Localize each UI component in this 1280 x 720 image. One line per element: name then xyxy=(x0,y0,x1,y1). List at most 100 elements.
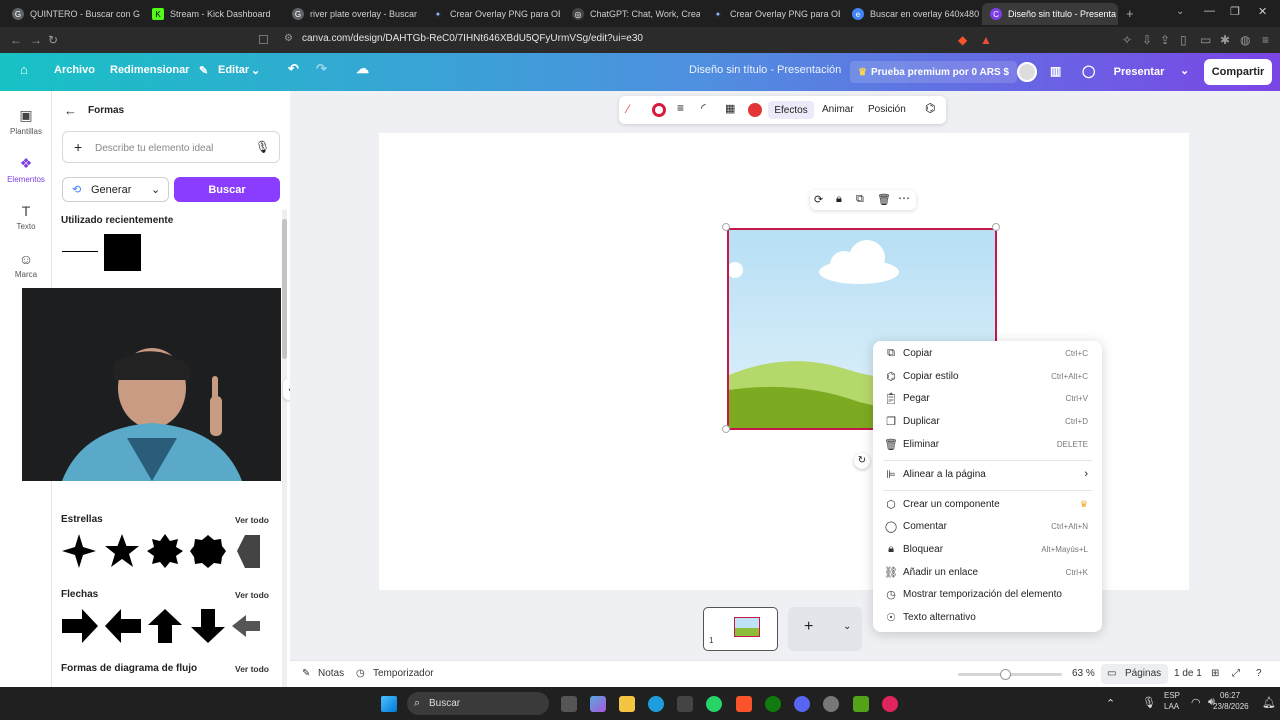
close-window-icon[interactable]: ✕ xyxy=(1258,5,1267,18)
language-indicator[interactable]: ESP xyxy=(1164,691,1180,700)
add-page-button[interactable]: + ⌄ xyxy=(788,607,862,651)
menu-item-duplicar[interactable]: ❐ Duplicar Ctrl+D xyxy=(873,412,1102,432)
menu-item-alinear[interactable]: ⊫ Alinear a la página › xyxy=(873,465,1102,485)
bookmark-icon[interactable]: ☐ xyxy=(258,33,269,47)
wallet-icon[interactable]: ▭ xyxy=(1200,33,1211,47)
copilot-icon[interactable] xyxy=(590,696,606,712)
arrow-more-shape[interactable] xyxy=(232,615,260,637)
transparency-icon[interactable]: ▦ xyxy=(725,102,735,115)
notas-button[interactable]: Notas xyxy=(318,668,344,679)
star8-shape[interactable] xyxy=(147,534,183,568)
generar-button[interactable]: ⟲ Generar ⌄ xyxy=(62,177,169,202)
notes-icon[interactable]: ✎ xyxy=(302,668,310,679)
new-tab-icon[interactable]: + xyxy=(1126,6,1134,21)
star-more-shape[interactable] xyxy=(237,535,260,568)
menu-icon[interactable]: ≡ xyxy=(1262,33,1269,47)
menu-item-bloquear[interactable]: 🔒︎ Bloquear Alt+Mayús+L xyxy=(873,540,1102,560)
redo-icon[interactable]: ↷ xyxy=(316,61,327,77)
recorder-icon[interactable] xyxy=(882,696,898,712)
brave-rewards-icon[interactable]: ▲ xyxy=(980,33,992,47)
redimensionar-button[interactable]: Redimensionar xyxy=(110,64,189,76)
url-field[interactable]: canva.com/design/DAHTGb-ReC0/7IHNt646XBd… xyxy=(302,33,643,44)
browser-tab[interactable]: ✦ Crear Overlay PNG para OBS xyxy=(704,3,840,25)
browser-tab-active[interactable]: CDiseño sin título - Presenta✕ xyxy=(982,3,1118,25)
line-shape[interactable] xyxy=(62,251,98,252)
region-indicator[interactable]: LAA xyxy=(1164,702,1179,711)
plus-icon[interactable]: + xyxy=(74,139,82,155)
reload-icon[interactable]: ↻ xyxy=(48,33,58,47)
menu-item-copiar[interactable]: ⧉ Copiar Ctrl+C xyxy=(873,344,1102,364)
temporizador-button[interactable]: Temporizador xyxy=(373,668,434,679)
ver-todo-link[interactable]: Ver todo xyxy=(235,590,269,600)
browser-tab[interactable]: ✦ Crear Overlay PNG para OBS xyxy=(424,3,560,25)
premium-trial-button[interactable]: ♛ Prueba premium por 0 ARS $ xyxy=(850,61,1017,83)
border-style-icon[interactable] xyxy=(652,103,666,117)
sidebar-icon[interactable]: ▯ xyxy=(1180,33,1187,47)
corner-rounding-icon[interactable]: ◜ xyxy=(701,101,706,115)
chevron-down-icon[interactable]: ⌄ xyxy=(1176,6,1184,17)
buscar-button[interactable]: Buscar xyxy=(174,177,280,202)
browser-tab[interactable]: Griver plate overlay - Buscar co xyxy=(284,3,420,25)
whatsapp-icon[interactable] xyxy=(706,696,722,712)
browser-tab[interactable]: eBuscar en overlay 640x480 - C xyxy=(844,3,980,25)
border-weight-icon[interactable]: ≡ xyxy=(677,101,684,115)
chevron-up-icon[interactable]: ⌃ xyxy=(1106,697,1115,710)
trash-icon[interactable]: 🗑︎ xyxy=(877,193,891,206)
comments-icon[interactable]: ◯ xyxy=(1082,64,1095,78)
discord-icon[interactable] xyxy=(794,696,810,712)
grid-view-icon[interactable]: ⊞ xyxy=(1211,668,1219,679)
menu-item-crear-componente[interactable]: ⬡ Crear un componente ♛ xyxy=(873,495,1102,515)
forward-icon[interactable]: → xyxy=(30,33,42,47)
task-view-icon[interactable] xyxy=(561,696,577,712)
store-icon[interactable] xyxy=(677,696,693,712)
ver-todo-link[interactable]: Ver todo xyxy=(235,664,269,674)
duplicate-icon[interactable]: ⧉ xyxy=(856,193,864,206)
undo-icon[interactable]: ↶ xyxy=(288,61,299,77)
menu-item-comentar[interactable]: ◯ Comentar Ctrl+Alt+N xyxy=(873,517,1102,537)
chevron-down-icon[interactable]: ⌄ xyxy=(251,64,260,77)
scrollbar-thumb[interactable] xyxy=(282,219,287,359)
star12-shape[interactable] xyxy=(190,535,226,568)
menu-item-enlace[interactable]: ⛓︎ Añadir un enlace Ctrl+K xyxy=(873,563,1102,583)
notifications-icon[interactable]: 🔔︎ xyxy=(1262,696,1276,709)
browser-tab[interactable]: ◎ ChatGPT: Chat, Work, Create xyxy=(564,3,700,25)
document-title[interactable]: Diseño sin título - Presentación xyxy=(689,64,841,76)
brave-shield-icon[interactable]: ◆ xyxy=(958,33,967,47)
fullscreen-icon[interactable]: ⤢ xyxy=(1232,668,1240,679)
app-icon[interactable] xyxy=(853,696,869,712)
ai-edit-icon[interactable]: ⟳ xyxy=(814,193,823,206)
arrow-down-shape[interactable] xyxy=(191,609,225,643)
timer-icon[interactable]: ◷ xyxy=(356,668,365,679)
microphone-icon[interactable]: 🎙 xyxy=(255,140,270,154)
animar-button[interactable]: Animar xyxy=(822,104,854,115)
zoom-value[interactable]: 63 % xyxy=(1072,668,1095,679)
menu-item-texto-alternativo[interactable]: ☉ Texto alternativo xyxy=(873,608,1102,628)
menu-item-temporizacion[interactable]: ◷ Mostrar temporización del elemento xyxy=(873,585,1102,605)
page-thumbnail[interactable]: 1 xyxy=(703,607,778,651)
star4-shape[interactable] xyxy=(62,534,96,568)
presentar-button[interactable]: Presentar xyxy=(1105,61,1173,83)
rail-plantillas[interactable]: ▣ Plantillas xyxy=(0,107,52,136)
rail-texto[interactable]: T Texto xyxy=(0,203,52,231)
leo-icon[interactable]: ✱ xyxy=(1220,33,1230,47)
wifi-icon[interactable]: ◠ xyxy=(1191,696,1201,709)
border-color-icon[interactable]: ⁄ xyxy=(627,102,629,116)
site-info-icon[interactable]: ⚙ xyxy=(284,33,293,44)
posicion-button[interactable]: Posición xyxy=(868,104,906,115)
archivo-menu[interactable]: Archivo xyxy=(54,64,95,76)
cloud-sync-icon[interactable]: ☁ xyxy=(356,61,369,77)
edge-taskbar-icon[interactable] xyxy=(648,696,664,712)
extensions-icon[interactable]: ✧ xyxy=(1122,33,1132,47)
brave-taskbar-icon[interactable] xyxy=(736,696,752,712)
resize-handle[interactable] xyxy=(722,223,730,231)
zoom-slider-thumb[interactable] xyxy=(1000,669,1011,680)
paint-format-icon[interactable]: ⌬ xyxy=(925,101,935,115)
insights-icon[interactable]: ▥ xyxy=(1050,64,1061,78)
home-icon[interactable]: ⌂ xyxy=(20,62,28,77)
ver-todo-link[interactable]: Ver todo xyxy=(235,515,269,525)
file-explorer-icon[interactable] xyxy=(619,696,635,712)
avatar[interactable] xyxy=(1017,62,1037,82)
element-search-input[interactable]: + Describe tu elemento ideal 🎙 xyxy=(62,131,280,163)
resize-handle[interactable] xyxy=(992,223,1000,231)
download-icon[interactable]: ⇩ xyxy=(1142,33,1152,47)
